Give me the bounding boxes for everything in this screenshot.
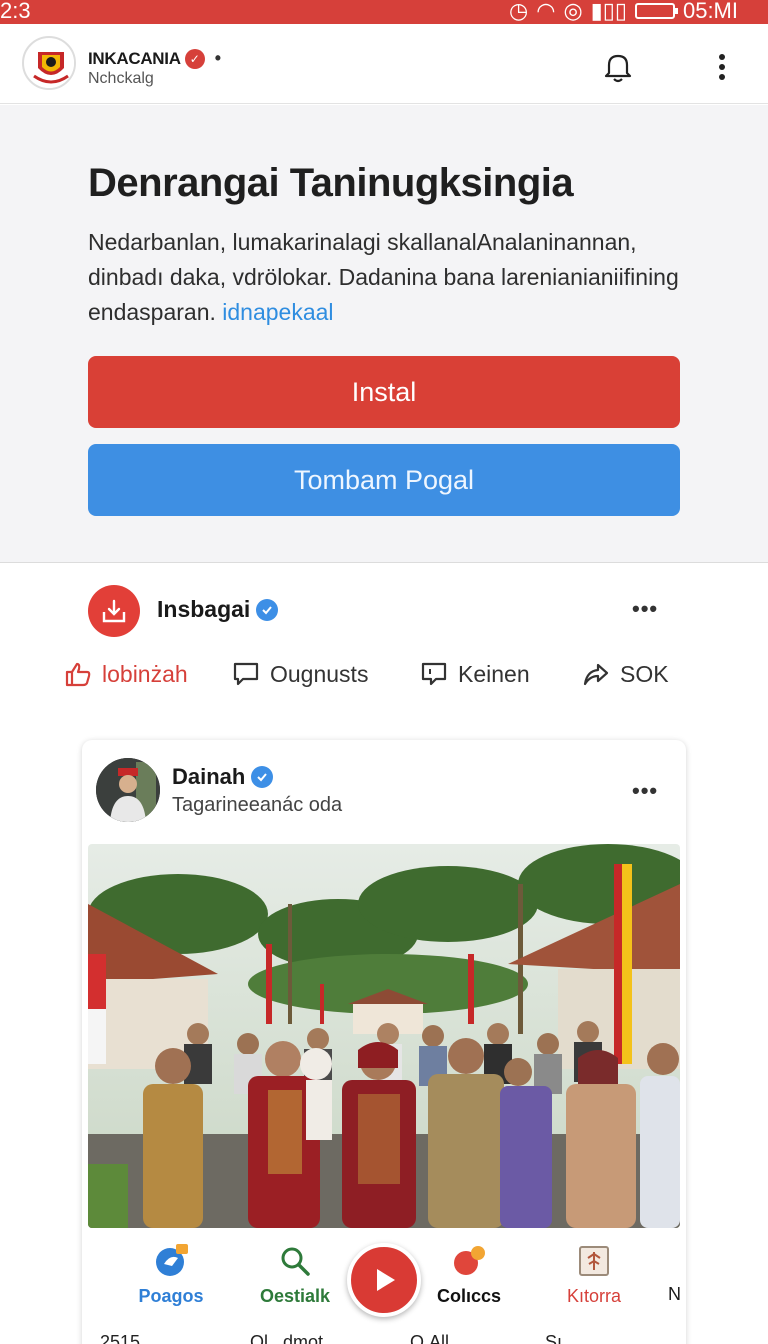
logo-emblem[interactable] [22, 36, 76, 90]
strip-item[interactable]: Q.All... [410, 1332, 464, 1344]
comment-icon [233, 662, 259, 686]
card-more-button[interactable]: ••• [632, 778, 658, 804]
more-vertical-icon[interactable] [708, 52, 736, 82]
nav-item-kitorra[interactable]: Kıtorra [539, 1244, 649, 1307]
alarm-icon: ◷ [509, 0, 529, 23]
card-avatar[interactable] [96, 758, 160, 822]
wifi-icon: ◠ [536, 0, 556, 23]
play-button[interactable] [347, 1243, 421, 1317]
bottom-strip: 2515 Ol...dmot Q.All... Sı... [0, 1330, 768, 1344]
message-action[interactable]: Keinen [420, 660, 530, 688]
verified-badge-icon: ✓ [184, 48, 205, 69]
install-button[interactable]: Instal [88, 356, 680, 428]
promo-link[interactable]: idnapekaal [222, 299, 333, 325]
post-actions: lobinżah Ougnusts Keinen SOK [60, 660, 700, 692]
post-author-text: Insbagai [157, 596, 251, 622]
app-name-text: INKACANIA [88, 48, 181, 68]
speech-bird-icon [156, 1244, 188, 1276]
status-clock: 05:MI [682, 0, 738, 23]
comment-label: Ougnusts [270, 660, 369, 687]
status-bar: 2:3 ◷ ◠ ◎ ▮▯▯ 05:MI [0, 0, 768, 24]
sync-icon: ◎ [563, 0, 583, 23]
share-icon [583, 663, 609, 686]
secondary-button[interactable]: Tombam Pogal [88, 444, 680, 516]
app-header: INKACANIA ✓ • Nchckalg [0, 24, 768, 104]
app-name: INKACANIA ✓ • [88, 48, 221, 69]
card-subtitle: Tagarineeanác oda [172, 794, 343, 816]
nav-label-coliccs: Colıccs [436, 1286, 502, 1306]
verified-badge-icon [256, 598, 279, 621]
nav-label-oestialk: Oestialk [259, 1286, 331, 1306]
strip-item[interactable]: Ol...dmot [250, 1332, 323, 1344]
promo-body: Nedarbanlan, lumakarinalagi skallanalAna… [88, 225, 688, 330]
play-icon [377, 1269, 395, 1291]
promo-title: Denrangai Taninugksingia [88, 161, 574, 205]
group-photo[interactable] [88, 844, 680, 1228]
card-author[interactable]: Dainah [172, 764, 274, 790]
message-label: Keinen [458, 660, 530, 687]
post-more-button[interactable]: ••• [632, 596, 658, 622]
nav-label-kitorra: Kıtorra [566, 1286, 622, 1306]
app-screen: 2:3 ◷ ◠ ◎ ▮▯▯ 05:MI INKACANIA ✓ • Nchcka… [0, 0, 768, 1344]
share-label: SOK [620, 660, 669, 687]
strip-item[interactable]: 2515 [100, 1332, 140, 1344]
bell-icon[interactable] [600, 48, 636, 84]
verified-badge-icon [251, 766, 274, 788]
nav-item-poagos[interactable]: Poagos [116, 1244, 226, 1307]
nav-item-oestialk[interactable]: Oestialk [240, 1244, 350, 1307]
download-tray-icon [102, 599, 126, 623]
status-icons: ◷ ◠ ◎ ▮▯▯ 05:MI [509, 0, 738, 24]
nav-item-coliccs[interactable]: Colıccs [414, 1244, 524, 1307]
card-author-text: Dainah [172, 764, 246, 789]
share-action[interactable]: SOK [582, 660, 669, 688]
separator-dot: • [214, 48, 221, 68]
nav-label-poagos: Poagos [138, 1286, 204, 1306]
like-action[interactable]: lobinżah [64, 660, 188, 688]
search-icon [281, 1247, 310, 1276]
message-icon [421, 662, 447, 686]
nav-edge-label: N [668, 1284, 681, 1304]
app-subtitle: Nchckalg [88, 70, 154, 87]
strip-item[interactable]: Sı... [545, 1332, 577, 1344]
post-avatar[interactable] [88, 585, 140, 637]
circles-icon [454, 1246, 485, 1275]
promo-card: Denrangai Taninugksingia Nedarbanlan, lu… [0, 105, 768, 563]
promo-body-text: Nedarbanlan, lumakarinalagi skallanalAna… [88, 229, 679, 325]
like-label: lobinżah [102, 660, 188, 687]
frame-icon [579, 1246, 609, 1276]
thumbs-up-icon [65, 662, 91, 687]
battery-icon [634, 3, 678, 19]
status-time: 2:3 [0, 0, 31, 23]
comment-action[interactable]: Ougnusts [232, 660, 368, 688]
post-author[interactable]: Insbagai [157, 596, 279, 623]
signal-icon: ▮▯▯ [590, 0, 627, 23]
